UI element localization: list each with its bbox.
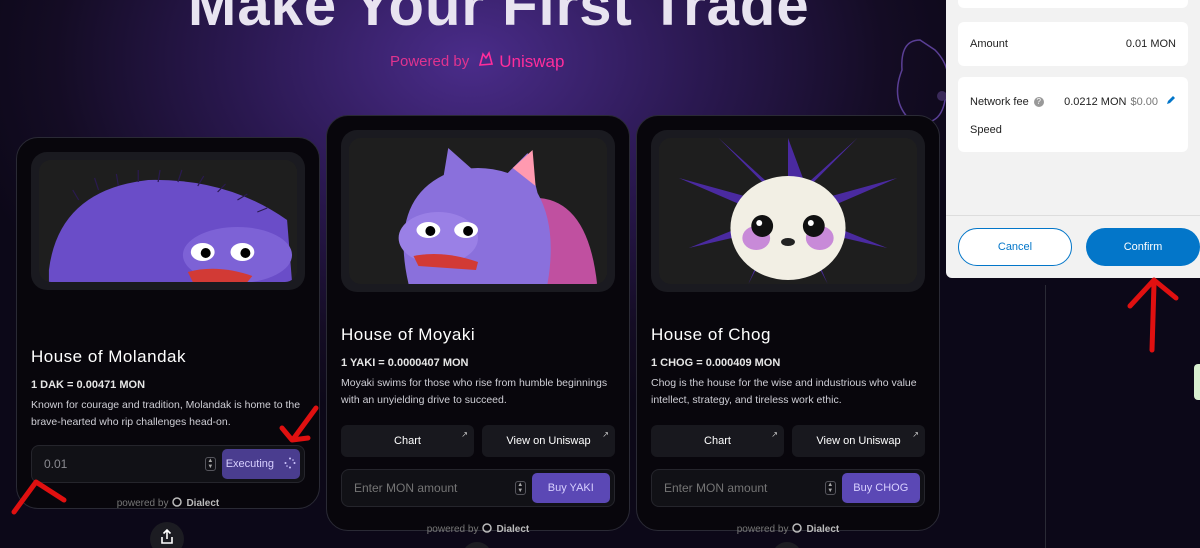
speed-label: Speed (970, 124, 1002, 136)
card-title: House of Molandak (31, 347, 186, 366)
cancel-button[interactable]: Cancel (958, 228, 1072, 266)
card-image-frame (31, 152, 305, 290)
chart-button[interactable]: Chart ↗ (651, 425, 784, 457)
edit-fee-icon[interactable] (1166, 95, 1176, 108)
share-icon (160, 528, 174, 548)
external-link-icon: ↗ (461, 430, 468, 439)
amount-stepper[interactable]: ▲ ▼ (515, 481, 526, 495)
powered-by-dialect: powered by Dialect (651, 523, 925, 536)
card-price: 1 DAK = 0.00471 MON (31, 379, 146, 391)
powered-by-dialect: powered by Dialect (31, 497, 305, 510)
fee-box: Network fee ? 0.0212 MON $0.00 Speed (958, 77, 1188, 152)
powered-by-dialect: powered by Dialect (341, 523, 615, 536)
network-fee-value: 0.0212 MON (1064, 95, 1127, 108)
annotation-arrow-confirm (1127, 277, 1179, 353)
wallet-confirm-modal: Amount 0.01 MON Network fee ? 0.0212 MON… (946, 0, 1200, 278)
card-price: 1 CHOG = 0.000409 MON (651, 357, 781, 369)
view-on-uniswap-button[interactable]: View on Uniswap ↗ (482, 425, 615, 457)
view-on-uniswap-button[interactable]: View on Uniswap ↗ (792, 425, 925, 457)
card-image-frame (651, 130, 925, 292)
dialect-label: Dialect (186, 498, 220, 509)
powered-by-uniswap: Powered by Uniswap (390, 50, 564, 73)
modal-top-box (958, 0, 1188, 8)
dialect-logo-icon (482, 523, 493, 536)
amount-input-row: ▲▼ Buy CHOG (651, 469, 925, 507)
chart-button[interactable]: Chart ↗ (341, 425, 474, 457)
confirm-button[interactable]: Confirm (1086, 228, 1200, 266)
page-headline: Make Your First Trade (188, 0, 810, 38)
side-tab[interactable] (1194, 364, 1200, 400)
external-link-icon: ↗ (912, 430, 919, 439)
unicorn-icon (477, 50, 495, 73)
card-description: Chog is the house for the wise and indus… (651, 377, 917, 406)
chog-image (659, 138, 917, 284)
chart-label: Chart (704, 435, 731, 447)
card-link-row: Chart ↗ View on Uniswap ↗ (341, 425, 615, 457)
card-description: Known for courage and tradition, Molanda… (31, 399, 301, 428)
divider (1045, 285, 1046, 548)
amount-input[interactable] (44, 457, 199, 471)
amount-input-row: ▲▼ Buy YAKI (341, 469, 615, 507)
powered-by-prefix: powered by (736, 524, 789, 535)
powered-by-prefix: powered by (116, 498, 169, 509)
external-link-icon: ↗ (602, 430, 609, 439)
footer-button[interactable] (772, 542, 802, 548)
view-on-uniswap-label: View on Uniswap (506, 435, 591, 447)
powered-by-prefix: powered by (426, 524, 479, 535)
powered-by-prefix: Powered by (390, 53, 470, 70)
dialect-logo-icon (172, 497, 183, 510)
annotation-arrow-executing (279, 405, 319, 443)
dialect-label: Dialect (496, 524, 530, 535)
spinner-icon (284, 457, 296, 472)
amount-stepper[interactable]: ▲ ▼ (205, 457, 216, 471)
moyaki-image (349, 138, 607, 284)
network-fee-fiat: $0.00 (1130, 95, 1158, 108)
molandak-image (39, 160, 297, 282)
card-chog: House of Chog 1 CHOG = 0.000409 MON Chog… (636, 115, 940, 535)
uniswap-label: Uniswap (499, 51, 565, 71)
mon-amount-input[interactable] (354, 481, 509, 495)
card-molandak: House of Molandak 1 DAK = 0.00471 MON Kn… (16, 137, 320, 509)
card-link-row: Chart ↗ View on Uniswap ↗ (651, 425, 925, 457)
annotation-arrow-input (11, 479, 67, 515)
network-fee-label: Network fee (970, 95, 1029, 108)
view-on-uniswap-label: View on Uniswap (816, 435, 901, 447)
modal-divider (946, 215, 1200, 216)
footer-button[interactable] (462, 542, 492, 548)
dialect-label: Dialect (806, 524, 840, 535)
chart-label: Chart (394, 435, 421, 447)
amount-value: 0.01 MON (1125, 38, 1176, 50)
share-button[interactable] (150, 522, 184, 548)
card-title: House of Moyaki (341, 325, 476, 344)
buy-yaki-button[interactable]: Buy YAKI (531, 473, 610, 503)
amount-input-row: ▲▼ Executing (31, 445, 305, 483)
info-icon[interactable]: ? (1033, 96, 1044, 107)
dialect-logo-icon (792, 523, 803, 536)
card-title: House of Chog (651, 325, 771, 344)
amount-label: Amount (970, 38, 1008, 50)
card-moyaki: House of Moyaki 1 YAKI = 0.0000407 MON M… (326, 115, 630, 535)
executing-button[interactable]: Executing (221, 449, 300, 479)
card-price: 1 YAKI = 0.0000407 MON (341, 357, 469, 369)
amount-box: Amount 0.01 MON (958, 22, 1188, 66)
uniswap-brand: Uniswap (477, 50, 564, 73)
card-description: Moyaki swims for those who rise from hum… (341, 377, 608, 406)
buy-chog-button[interactable]: Buy CHOG (841, 473, 920, 503)
card-image-frame (341, 130, 615, 292)
mon-amount-input[interactable] (664, 481, 819, 495)
external-link-icon: ↗ (771, 430, 778, 439)
executing-label: Executing (225, 458, 274, 470)
amount-stepper[interactable]: ▲ ▼ (825, 481, 836, 495)
